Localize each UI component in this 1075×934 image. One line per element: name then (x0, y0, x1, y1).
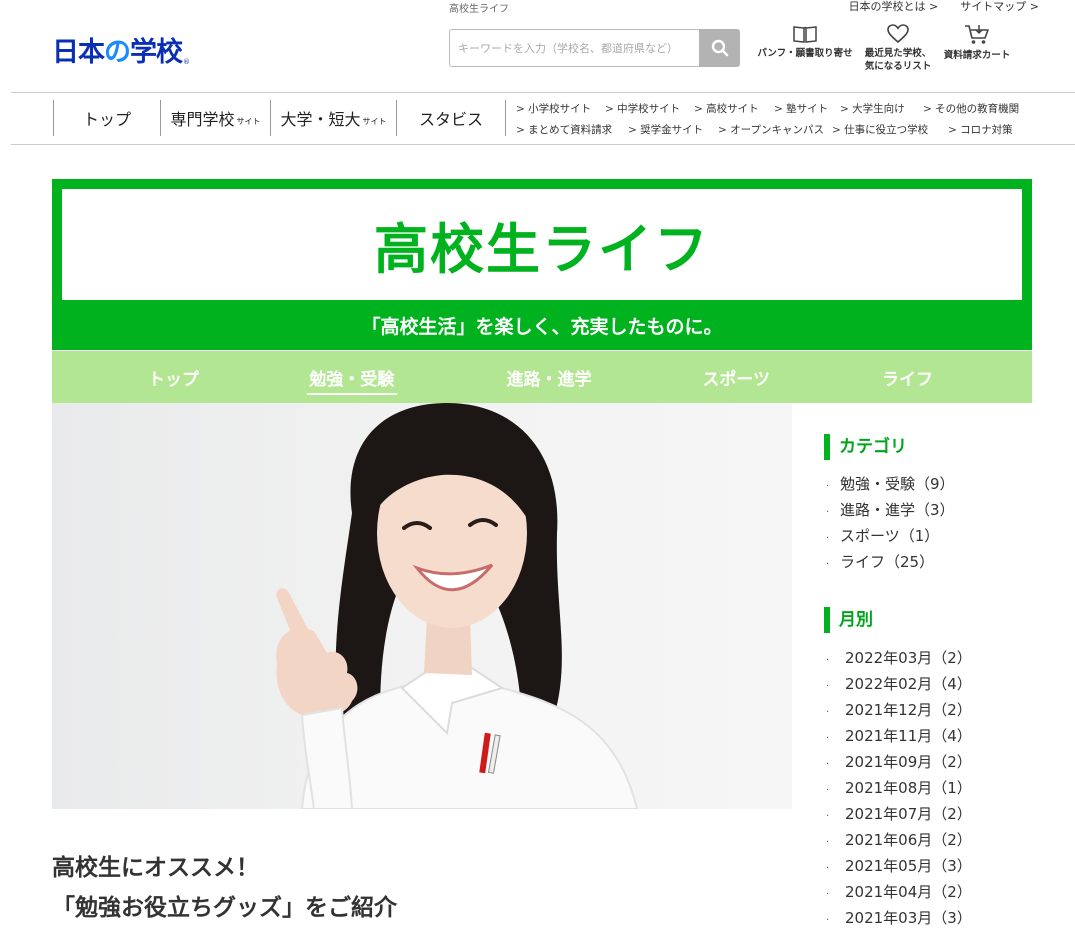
search-box (449, 29, 740, 67)
month-item[interactable]: · 2021年03月（3） (826, 905, 972, 931)
sitemap-link[interactable]: サイトマップ > (960, 0, 1039, 14)
category-item[interactable]: · 進路・進学（3） (826, 497, 955, 523)
month-item[interactable]: · 2021年04月（2） (826, 879, 972, 905)
site-logo[interactable]: 日本の学校 ® (52, 30, 190, 69)
nav-divider (11, 144, 1075, 145)
monthly-archive-list: · 2022年03月（2） · 2022年02月（4） · 2021年12月（2） ·… (826, 645, 972, 931)
hero-subtitle: 「高校生活」を楽しく、充実したものに。 (52, 300, 1032, 350)
hero-banner: 高校生ライフ 「高校生活」を楽しく、充実したものに。 (52, 179, 1032, 350)
month-item[interactable]: · 2021年06月（2） (826, 827, 972, 853)
scholarship-link[interactable]: > 奨学金サイト (628, 122, 718, 137)
cram-school-link[interactable]: > 塾サイト (774, 101, 840, 116)
bulk-request-link[interactable]: > まとめて資料請求 (516, 122, 628, 137)
search-input[interactable] (449, 29, 699, 67)
student-photo-illustration (276, 403, 639, 809)
section-nav: トップ 勉強・受験 進路・進学 スポーツ ライフ (52, 351, 1032, 403)
cart-icon (965, 25, 989, 44)
breadcrumb: 高校生ライフ (449, 4, 509, 15)
covid-measures-link[interactable]: > コロナ対策 (948, 122, 1013, 137)
top-links: 日本の学校とは > サイトマップ > (849, 0, 1039, 14)
book-icon (793, 26, 817, 43)
category-list: · 勉強・受験（9） · 進路・進学（3） · スポーツ（1） · ライフ（25） (826, 471, 955, 575)
sub-links: > 小学校サイト > 中学校サイト > 高校サイト > 塾サイト > 大学生向け… (516, 98, 1036, 140)
month-item[interactable]: · 2021年08月（1） (826, 775, 972, 801)
gnav-university[interactable]: 大学・短大 サイト (270, 100, 396, 136)
elementary-school-link[interactable]: > 小学校サイト (516, 101, 605, 116)
tab-study-exam[interactable]: 勉強・受験 (295, 351, 409, 403)
month-item[interactable]: · 2021年09月（2） (826, 749, 972, 775)
category-item[interactable]: · ライフ（25） (826, 549, 955, 575)
pamphlet-request-link[interactable]: パンフ・願書取り寄せ (752, 24, 858, 73)
header-divider (11, 92, 1075, 93)
header-icon-links: パンフ・願書取り寄せ 最近見た学校、 気になるリスト 資料請求カート (752, 24, 1018, 73)
logo-text: 日本の学校 (52, 37, 183, 68)
gnav-vocational-school[interactable]: 専門学校 サイト (160, 100, 270, 136)
month-item[interactable]: · 2022年03月（2） (826, 645, 972, 671)
college-student-link[interactable]: > 大学生向け (840, 101, 923, 116)
open-campus-link[interactable]: > オープンキャンパス (718, 122, 832, 137)
search-button[interactable] (699, 29, 740, 67)
global-nav: トップ 専門学校 サイト 大学・短大 サイト スタビス (53, 100, 506, 136)
tab-sports[interactable]: スポーツ (689, 351, 783, 403)
hero-title-box: 高校生ライフ (52, 179, 1032, 300)
other-institutions-link[interactable]: > その他の教育機関 (923, 101, 1019, 116)
high-school-link[interactable]: > 高校サイト (694, 101, 774, 116)
gnav-top[interactable]: トップ (53, 100, 160, 136)
month-item[interactable]: · 2022年02月（4） (826, 671, 972, 697)
month-item[interactable]: · 2021年12月（2） (826, 697, 972, 723)
month-item[interactable]: · 2021年05月（3） (826, 853, 972, 879)
monthly-heading: 月別 (824, 607, 873, 633)
heart-icon (887, 24, 909, 44)
category-heading: カテゴリ (824, 434, 907, 460)
logo-registered-mark: ® (183, 58, 190, 66)
month-item[interactable]: · 2021年11月（4） (826, 723, 972, 749)
about-link[interactable]: 日本の学校とは > (849, 0, 939, 14)
hero-title: 高校生ライフ (374, 218, 710, 281)
month-item[interactable]: · 2021年07月（2） (826, 801, 972, 827)
category-item[interactable]: · 勉強・受験（9） (826, 471, 955, 497)
career-school-link[interactable]: > 仕事に役立つ学校 (832, 122, 948, 137)
search-icon (711, 39, 728, 57)
favorites-link[interactable]: 最近見た学校、 気になるリスト (862, 24, 934, 73)
request-cart-link[interactable]: 資料請求カート (936, 24, 1018, 73)
category-item[interactable]: · スポーツ（1） (826, 523, 955, 549)
article-main-image (52, 403, 792, 809)
tab-top[interactable]: トップ (52, 351, 295, 403)
junior-high-link[interactable]: > 中学校サイト (605, 101, 694, 116)
gnav-stabis[interactable]: スタビス (396, 100, 506, 136)
tab-career-path[interactable]: 進路・進学 (409, 351, 690, 403)
article-title: 高校生にオススメ！ 「勉強お役立ちグッズ」をご紹介 (52, 855, 397, 921)
tab-life[interactable]: ライフ (783, 351, 1032, 403)
